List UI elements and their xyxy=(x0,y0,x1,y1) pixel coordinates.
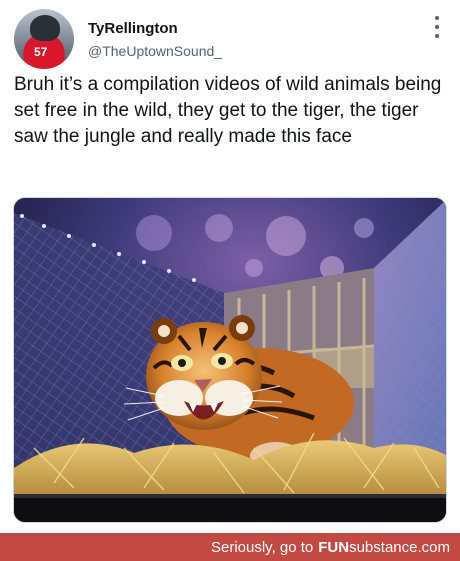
tweet-text: Bruh it’s a compilation videos of wild a… xyxy=(14,74,442,147)
screen-edge xyxy=(14,494,446,498)
footer-brand-substance: substance xyxy=(349,538,418,556)
user-handle[interactable]: @TheUptownSound_ xyxy=(88,43,222,59)
display-name[interactable]: TyRellington xyxy=(88,20,178,37)
avatar-jersey-number: 57 xyxy=(34,45,48,59)
page: 57 TyRellington @TheUptownSound_ Bruh it… xyxy=(0,0,460,561)
avatar-helmet xyxy=(30,15,60,41)
more-vertical-icon[interactable] xyxy=(432,16,442,38)
footer-brand-fun: FUN xyxy=(318,538,350,556)
dot xyxy=(435,34,439,38)
funsubstance-footer[interactable]: Seriously, go to FUN substance .com xyxy=(0,533,460,561)
dot xyxy=(435,25,439,29)
tiger-in-crate-illustration xyxy=(14,198,446,522)
footer-prefix: Seriously, go to xyxy=(210,538,314,556)
avatar[interactable]: 57 xyxy=(14,9,74,69)
footer-brand-domain: .com xyxy=(417,538,450,556)
screen-bezel xyxy=(14,498,446,522)
dot xyxy=(435,16,439,20)
tweet-media-image[interactable] xyxy=(13,197,447,523)
